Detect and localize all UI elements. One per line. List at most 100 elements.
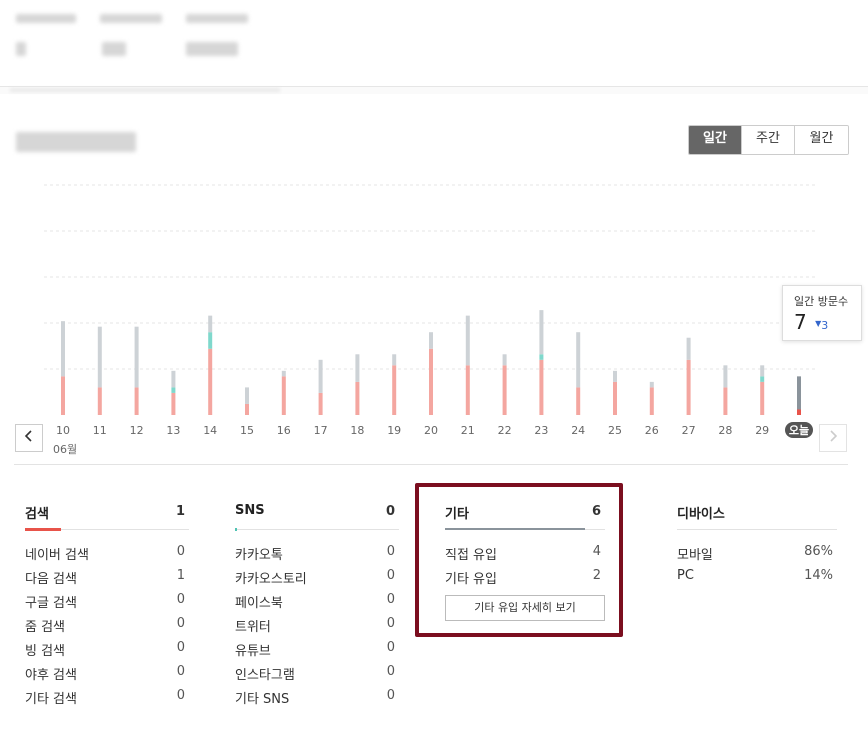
- x-tick-label: 21: [461, 424, 475, 437]
- bar-segment[interactable]: [97, 326, 102, 388]
- row-label: 네이버 검색: [25, 548, 89, 563]
- list-item: 네이버 검색 0: [25, 540, 189, 564]
- bar-segment[interactable]: [723, 365, 728, 388]
- bar-segment[interactable]: [686, 337, 691, 360]
- bar-segment[interactable]: [171, 387, 176, 393]
- tooltip-delta: ▼3: [815, 319, 828, 332]
- row-label: 다음 검색: [25, 572, 77, 587]
- device-panel-title: 디바이스: [677, 507, 725, 522]
- bar-segment[interactable]: [97, 387, 102, 415]
- list-item: 카카오톡 0: [235, 540, 399, 564]
- bar-segment[interactable]: [539, 354, 544, 360]
- x-tick-label: 25: [608, 424, 622, 437]
- row-label: 카카오톡: [235, 548, 283, 563]
- search-accent-bar: [25, 528, 61, 531]
- prev-period-button[interactable]: [15, 424, 43, 452]
- x-tick-label: 13: [166, 424, 180, 437]
- bar-segment[interactable]: [465, 365, 470, 415]
- sns-panel-title: SNS: [235, 503, 265, 518]
- list-item: 구글 검색 0: [25, 588, 189, 612]
- section-divider: [14, 464, 848, 465]
- bar-segment[interactable]: [171, 392, 176, 415]
- row-label: 트위터: [235, 620, 271, 635]
- row-value: 1: [176, 568, 185, 583]
- row-value: 0: [386, 640, 395, 655]
- row-value: 0: [386, 544, 395, 559]
- bar-segment[interactable]: [392, 354, 397, 366]
- bar-segment[interactable]: [245, 403, 249, 415]
- x-tick-label: 16: [277, 424, 291, 437]
- row-label: PC: [677, 568, 694, 583]
- tab-weekly[interactable]: 주간: [742, 126, 795, 154]
- bar-segment[interactable]: [429, 332, 433, 349]
- row-value: 0: [176, 640, 185, 655]
- obscured-stat-value: [186, 42, 238, 56]
- bar-segment[interactable]: [613, 370, 617, 382]
- list-item: 페이스북 0: [235, 588, 399, 612]
- bar-segment[interactable]: [355, 381, 360, 415]
- bar-segment[interactable]: [134, 387, 139, 415]
- bar-segment[interactable]: [318, 359, 323, 393]
- sns-accent-bar: [235, 528, 237, 531]
- next-period-button[interactable]: [819, 424, 847, 452]
- tab-daily[interactable]: 일간: [689, 126, 742, 154]
- obscured-stat-label: [186, 14, 248, 23]
- x-tick-label: 15: [240, 424, 254, 437]
- row-label: 유튜브: [235, 644, 271, 659]
- bar-segment[interactable]: [208, 348, 213, 415]
- x-tick-label: 17: [314, 424, 328, 437]
- list-item: 기타 검색 0: [25, 684, 189, 708]
- x-tick-label: 24: [571, 424, 585, 437]
- bar-segment[interactable]: [797, 409, 801, 415]
- bar-segment[interactable]: [613, 381, 617, 415]
- bar-segment[interactable]: [502, 354, 507, 366]
- bar-segment[interactable]: [392, 365, 397, 415]
- bar-segment[interactable]: [686, 359, 691, 415]
- bar-segment[interactable]: [760, 365, 765, 377]
- row-value: 0: [176, 664, 185, 679]
- bar-segment[interactable]: [649, 387, 654, 415]
- x-tick-label: 23: [534, 424, 548, 437]
- row-value: 0: [386, 592, 395, 607]
- bar-segment[interactable]: [281, 376, 286, 415]
- bar-segment[interactable]: [760, 376, 765, 382]
- bar-segment[interactable]: [649, 381, 654, 388]
- sns-panel: SNS 0 카카오톡 0 카카오스토리 0 페이스북 0 트위터 0 유튜브 0 인스타그…: [235, 498, 399, 708]
- bar-segment[interactable]: [61, 376, 65, 415]
- bar-segment[interactable]: [318, 392, 323, 415]
- bar-segment[interactable]: [208, 315, 213, 333]
- tooltip-delta-value: 3: [821, 319, 829, 332]
- row-value: 0: [176, 544, 185, 559]
- bar-segment[interactable]: [429, 348, 433, 415]
- bar-segment[interactable]: [723, 387, 728, 415]
- device-panel: 디바이스 모바일 86% PC 14%: [677, 498, 837, 588]
- list-item: PC 14%: [677, 564, 837, 588]
- bar-segment[interactable]: [245, 387, 249, 404]
- x-tick-label: 27: [682, 424, 696, 437]
- bar-segment[interactable]: [208, 332, 213, 349]
- device-panel-header: 디바이스: [677, 498, 837, 530]
- bar-segment[interactable]: [465, 315, 470, 366]
- bar-segment[interactable]: [281, 370, 286, 377]
- bar-segment[interactable]: [760, 381, 765, 415]
- bar-segment[interactable]: [61, 321, 65, 377]
- bar-segment[interactable]: [355, 354, 360, 382]
- bar-segment[interactable]: [576, 332, 581, 388]
- list-item: 모바일 86%: [677, 540, 837, 564]
- bar-segment[interactable]: [134, 326, 139, 388]
- bar-segment[interactable]: [539, 310, 544, 355]
- bar-segment[interactable]: [502, 365, 507, 415]
- tab-monthly[interactable]: 월간: [795, 126, 848, 154]
- search-rows: 네이버 검색 0 다음 검색 1 구글 검색 0 줌 검색 0 빙 검색 0 야후 검색 0…: [25, 530, 189, 708]
- summary-stats-obscured: [16, 12, 266, 72]
- bar-segment[interactable]: [576, 387, 581, 415]
- bar-segment[interactable]: [171, 370, 176, 388]
- row-label: 인스타그램: [235, 668, 295, 683]
- row-label: 기타 SNS: [235, 692, 290, 707]
- bar-segment[interactable]: [539, 359, 544, 415]
- obscured-stat-value: [102, 42, 126, 56]
- obscured-stat-label: [16, 14, 76, 23]
- x-tick-label: 22: [498, 424, 512, 437]
- bar-segment[interactable]: [797, 376, 801, 410]
- row-value: 14%: [804, 568, 833, 583]
